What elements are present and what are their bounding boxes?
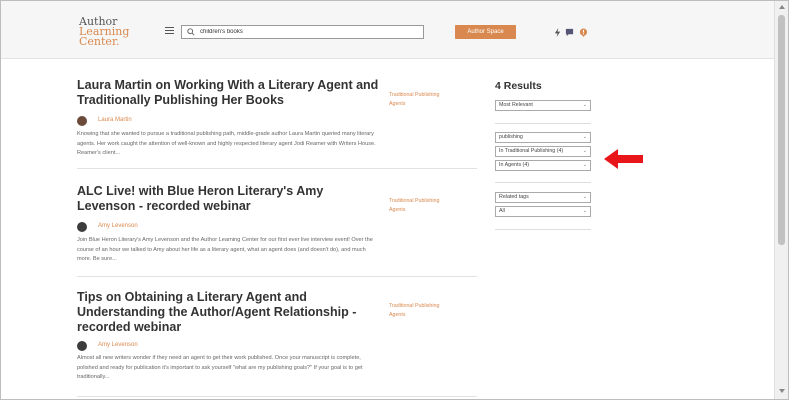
- sort-select-value: Most Relevant: [499, 102, 533, 108]
- article-category[interactable]: Traditional Publishing Agents: [389, 197, 469, 215]
- divider: [77, 276, 477, 277]
- article-title[interactable]: ALC Live! with Blue Heron Literary's Amy…: [77, 184, 382, 214]
- results-count: 4 Results: [495, 80, 542, 92]
- article-title[interactable]: Tips on Obtaining a Literary Agent and U…: [77, 290, 382, 335]
- article-category-line[interactable]: Agents: [389, 100, 469, 109]
- divider: [77, 396, 477, 397]
- scroll-up-icon[interactable]: [779, 5, 785, 9]
- author-link[interactable]: Amy Levenson: [98, 223, 138, 229]
- tags-value: All: [499, 208, 505, 214]
- search-icon: [187, 28, 195, 36]
- lightning-icon[interactable]: [553, 28, 562, 37]
- chevron-down-icon: ⌄: [582, 208, 587, 214]
- category-filter[interactable]: In Traditional Publishing (4) ⌄: [495, 146, 591, 157]
- article-excerpt: Join Blue Heron Literary's Amy Levenson …: [77, 237, 373, 262]
- related-tags-select[interactable]: Related tags ⌄: [495, 192, 591, 203]
- chevron-down-icon: ⌄: [582, 134, 587, 140]
- category-filter-value: In Traditional Publishing (4): [499, 148, 564, 154]
- avatar: [77, 341, 87, 351]
- article-category-line[interactable]: Traditional Publishing: [389, 302, 469, 311]
- avatar: [77, 116, 87, 126]
- keyword-filter[interactable]: publishing ⌄: [495, 132, 591, 143]
- article-title[interactable]: Laura Martin on Working With a Literary …: [77, 78, 382, 108]
- author-link[interactable]: Laura Martin: [98, 117, 132, 123]
- chevron-down-icon: ⌄: [582, 148, 587, 154]
- chevron-down-icon: ⌄: [582, 102, 587, 108]
- author-link[interactable]: Amy Levenson: [98, 342, 138, 348]
- sort-select[interactable]: Most Relevant ⌄: [495, 100, 591, 111]
- article-excerpt: Almost all new writers wonder if they ne…: [77, 355, 363, 380]
- article-category[interactable]: Traditional Publishing Agents: [389, 91, 469, 109]
- logo[interactable]: Author Learning Center.: [79, 16, 129, 48]
- article-category[interactable]: Traditional Publishing Agents: [389, 302, 469, 320]
- scroll-down-icon[interactable]: [779, 389, 785, 393]
- article-category-line[interactable]: Traditional Publishing: [389, 91, 469, 100]
- search-input[interactable]: [200, 26, 420, 38]
- avatar: [77, 222, 87, 232]
- tags-value-select[interactable]: All ⌄: [495, 206, 591, 217]
- chat-icon[interactable]: [565, 28, 574, 37]
- article-card: Tips on Obtaining a Literary Agent and U…: [77, 290, 477, 390]
- keyword-filter-value: publishing: [499, 134, 523, 140]
- subcategory-filter[interactable]: In Agents (4) ⌄: [495, 160, 591, 171]
- annotation-arrow-icon: [604, 149, 643, 169]
- article-category-line[interactable]: Agents: [389, 311, 469, 320]
- related-tags-label: Related tags: [499, 194, 529, 200]
- article-category-line[interactable]: Traditional Publishing: [389, 197, 469, 206]
- site-header: Author Learning Center. Author Space: [1, 1, 774, 59]
- scrollbar-thumb[interactable]: [778, 15, 785, 245]
- divider: [495, 182, 591, 183]
- vertical-scrollbar[interactable]: [774, 1, 788, 399]
- subcategory-filter-value: In Agents (4): [499, 162, 530, 168]
- article-card: Laura Martin on Working With a Literary …: [77, 78, 477, 160]
- article-card: ALC Live! with Blue Heron Literary's Amy…: [77, 184, 477, 266]
- article-category-line[interactable]: Agents: [389, 206, 469, 215]
- menu-icon[interactable]: [165, 27, 174, 34]
- divider: [495, 123, 591, 124]
- search-box[interactable]: [181, 25, 424, 39]
- divider: [495, 229, 591, 230]
- article-excerpt: Knowing that she wanted to pursue a trad…: [77, 131, 376, 156]
- logo-line-3: Center.: [79, 35, 120, 48]
- author-space-button[interactable]: Author Space: [455, 25, 516, 39]
- chevron-down-icon: ⌄: [582, 194, 587, 200]
- divider: [77, 168, 477, 169]
- chevron-down-icon: ⌄: [582, 162, 587, 168]
- browser-frame: Author Learning Center. Author Space: [0, 0, 789, 400]
- notification-icon[interactable]: [579, 28, 588, 37]
